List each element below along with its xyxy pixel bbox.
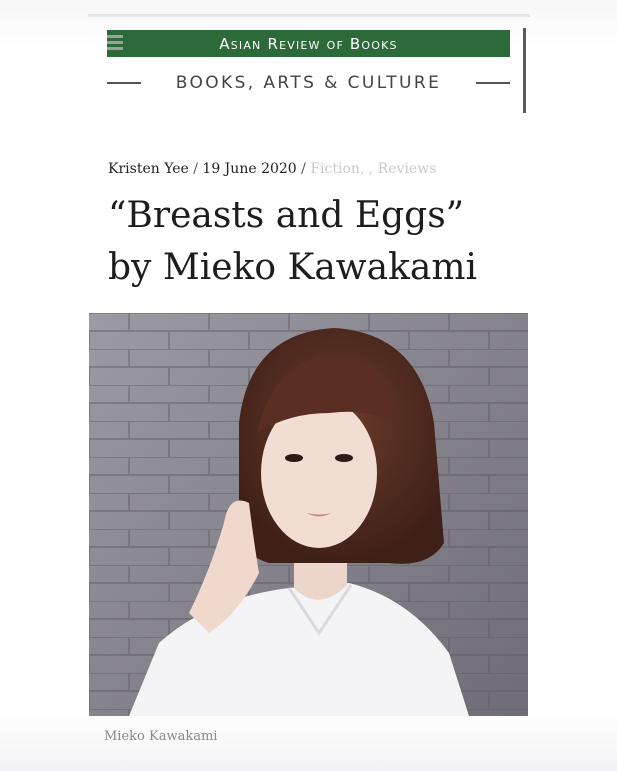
- tagline-left-rule: [107, 82, 141, 84]
- tagline-right-rule: [475, 82, 510, 84]
- header-side-bar: [523, 28, 526, 113]
- site-masthead[interactable]: Asian Review of Books: [107, 30, 510, 57]
- publish-date: 19 June 2020: [202, 161, 297, 177]
- category-links[interactable]: Fiction, , Reviews: [310, 161, 436, 177]
- author-photo: [89, 313, 528, 716]
- article-meta: Kristen Yee / 19 June 2020 / Fiction, , …: [108, 161, 436, 177]
- site-title: Asian Review of Books: [219, 34, 398, 53]
- site-tagline: BOOKS, ARTS & CULTURE: [175, 73, 442, 93]
- image-caption: Mieko Kawakami: [104, 729, 218, 744]
- author-link[interactable]: Kristen Yee: [108, 161, 189, 177]
- article-title-line-1: “Breasts and Eggs”: [108, 195, 465, 236]
- article-title: “Breasts and Eggs” by Mieko Kawakami: [108, 190, 528, 294]
- top-divider: [88, 14, 530, 17]
- meta-separator: /: [301, 161, 311, 177]
- article-title-line-2: by Mieko Kawakami: [108, 247, 477, 288]
- hamburger-menu-icon[interactable]: [107, 35, 123, 51]
- tagline-row: BOOKS, ARTS & CULTURE: [107, 70, 510, 96]
